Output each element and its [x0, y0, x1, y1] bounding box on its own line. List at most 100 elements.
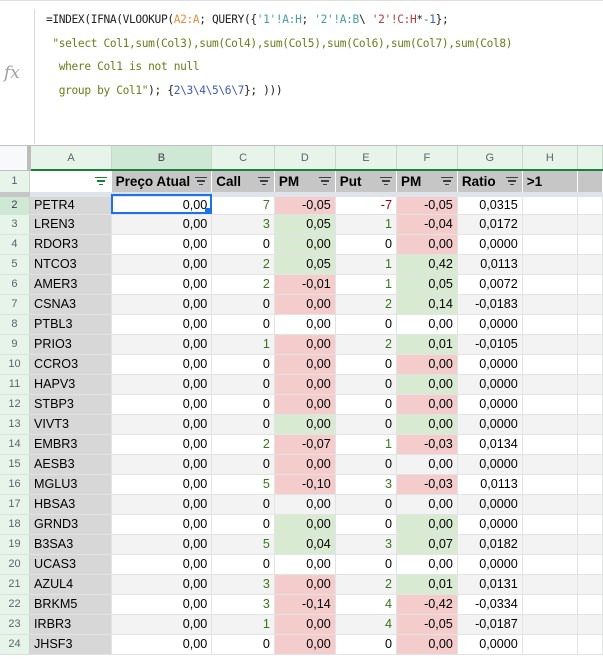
empty-cell[interactable] — [577, 574, 603, 595]
call-cell[interactable]: 0 — [211, 314, 275, 335]
preco-atual-cell[interactable]: 0,00 — [111, 514, 213, 535]
row-header[interactable]: 22 — [0, 594, 30, 615]
header-cell[interactable]: Preço Atual — [111, 170, 213, 197]
put-cell[interactable]: 1 — [335, 434, 397, 455]
preco-atual-cell[interactable]: 0,00 — [111, 594, 213, 615]
pm-put-cell[interactable]: -0,05 — [396, 194, 458, 215]
ratio-cell[interactable]: -0,0183 — [457, 294, 523, 315]
call-cell[interactable]: 0 — [211, 294, 275, 315]
ratio-cell[interactable]: 0,0172 — [457, 214, 523, 235]
ticker-cell[interactable]: PETR4 — [29, 194, 112, 215]
empty-cell[interactable] — [577, 594, 603, 615]
ticker-cell[interactable]: AMER3 — [29, 274, 112, 295]
preco-atual-cell[interactable]: 0,00 — [111, 214, 213, 235]
pm-put-cell[interactable]: 0,00 — [396, 374, 458, 395]
column-header-c[interactable]: C — [211, 146, 275, 171]
pm-put-cell[interactable]: -0,03 — [396, 474, 458, 495]
pm-call-cell[interactable]: 0,05 — [274, 254, 336, 275]
put-cell[interactable]: 1 — [335, 214, 397, 235]
call-cell[interactable]: 3 — [211, 594, 275, 615]
ticker-cell[interactable]: GRND3 — [29, 514, 112, 535]
pm-put-cell[interactable]: 0,00 — [396, 514, 458, 535]
empty-cell[interactable] — [577, 294, 603, 315]
header-cell[interactable]: Ratio — [457, 170, 523, 197]
ticker-cell[interactable]: JHSF3 — [29, 634, 112, 655]
ticker-cell[interactable]: AESB3 — [29, 454, 112, 475]
fill-handle[interactable] — [205, 207, 211, 213]
ticker-cell[interactable]: LREN3 — [29, 214, 112, 235]
row-header[interactable]: 10 — [0, 354, 30, 375]
ticker-cell[interactable]: MGLU3 — [29, 474, 112, 495]
row-header[interactable]: 3 — [0, 214, 30, 235]
put-cell[interactable]: -7 — [335, 194, 397, 215]
filter-icon[interactable] — [195, 177, 208, 186]
call-cell[interactable]: 0 — [211, 554, 275, 575]
gt1-cell[interactable] — [522, 294, 579, 315]
header-cell-empty[interactable] — [577, 170, 603, 197]
pm-call-cell[interactable]: 0,00 — [274, 394, 336, 415]
ratio-cell[interactable]: 0,0182 — [457, 534, 523, 555]
ratio-cell[interactable]: 0,0000 — [457, 234, 523, 255]
call-cell[interactable]: 2 — [211, 274, 275, 295]
gt1-cell[interactable] — [522, 434, 579, 455]
preco-atual-cell[interactable]: 0,00 — [111, 234, 213, 255]
put-cell[interactable]: 0 — [335, 394, 397, 415]
pm-put-cell[interactable]: 0,01 — [396, 334, 458, 355]
header-cell[interactable]: PM — [396, 170, 458, 197]
row-header[interactable]: 23 — [0, 614, 30, 635]
pm-put-cell[interactable]: 0,00 — [396, 634, 458, 655]
empty-cell[interactable] — [577, 414, 603, 435]
pm-call-cell[interactable]: 0,00 — [274, 314, 336, 335]
row-header[interactable]: 15 — [0, 454, 30, 475]
gt1-cell[interactable] — [522, 494, 579, 515]
put-cell[interactable]: 3 — [335, 534, 397, 555]
pm-put-cell[interactable]: 0,00 — [396, 554, 458, 575]
header-cell[interactable]: PM — [274, 170, 336, 197]
ticker-cell[interactable]: STBP3 — [29, 394, 112, 415]
formula-input[interactable]: =INDEX(IFNA(VLOOKUP(A2:A; QUERY({'1'!A:H… — [46, 8, 512, 102]
ticker-cell[interactable]: EMBR3 — [29, 434, 112, 455]
pm-call-cell[interactable]: -0,01 — [274, 274, 336, 295]
column-header-d[interactable]: D — [274, 146, 336, 171]
pm-put-cell[interactable]: -0,04 — [396, 214, 458, 235]
ticker-cell[interactable]: B3SA3 — [29, 534, 112, 555]
empty-cell[interactable] — [577, 374, 603, 395]
header-cell[interactable]: Call — [211, 170, 275, 197]
ticker-cell[interactable]: HAPV3 — [29, 374, 112, 395]
row-header[interactable]: 13 — [0, 414, 30, 435]
preco-atual-cell[interactable]: 0,00 — [111, 194, 213, 215]
call-cell[interactable]: 5 — [211, 474, 275, 495]
ratio-cell[interactable]: 0,0000 — [457, 454, 523, 475]
put-cell[interactable]: 1 — [335, 254, 397, 275]
put-cell[interactable]: 2 — [335, 574, 397, 595]
gt1-cell[interactable] — [522, 274, 579, 295]
empty-cell[interactable] — [577, 454, 603, 475]
row-header[interactable]: 21 — [0, 574, 30, 595]
gt1-cell[interactable] — [522, 354, 579, 375]
ratio-cell[interactable]: 0,0000 — [457, 374, 523, 395]
header-cell[interactable]: Put — [335, 170, 397, 197]
ratio-cell[interactable]: 0,0000 — [457, 394, 523, 415]
ticker-cell[interactable]: PTBL3 — [29, 314, 112, 335]
call-cell[interactable]: 2 — [211, 434, 275, 455]
call-cell[interactable]: 3 — [211, 214, 275, 235]
ticker-cell[interactable]: IRBR3 — [29, 614, 112, 635]
empty-cell[interactable] — [577, 534, 603, 555]
ratio-cell[interactable]: 0,0315 — [457, 194, 523, 215]
call-cell[interactable]: 0 — [211, 494, 275, 515]
ticker-cell[interactable]: VIVT3 — [29, 414, 112, 435]
gt1-cell[interactable] — [522, 614, 579, 635]
header-cell[interactable] — [29, 170, 112, 197]
ticker-cell[interactable]: CCRO3 — [29, 354, 112, 375]
empty-cell[interactable] — [577, 234, 603, 255]
pm-call-cell[interactable]: 0,00 — [274, 374, 336, 395]
preco-atual-cell[interactable]: 0,00 — [111, 574, 213, 595]
pm-call-cell[interactable]: 0,00 — [274, 234, 336, 255]
put-cell[interactable]: 4 — [335, 594, 397, 615]
pm-put-cell[interactable]: 0,00 — [396, 394, 458, 415]
pm-put-cell[interactable]: 0,07 — [396, 534, 458, 555]
put-cell[interactable]: 0 — [335, 554, 397, 575]
pm-put-cell[interactable]: 0,14 — [396, 294, 458, 315]
preco-atual-cell[interactable]: 0,00 — [111, 614, 213, 635]
ticker-cell[interactable]: AZUL4 — [29, 574, 112, 595]
